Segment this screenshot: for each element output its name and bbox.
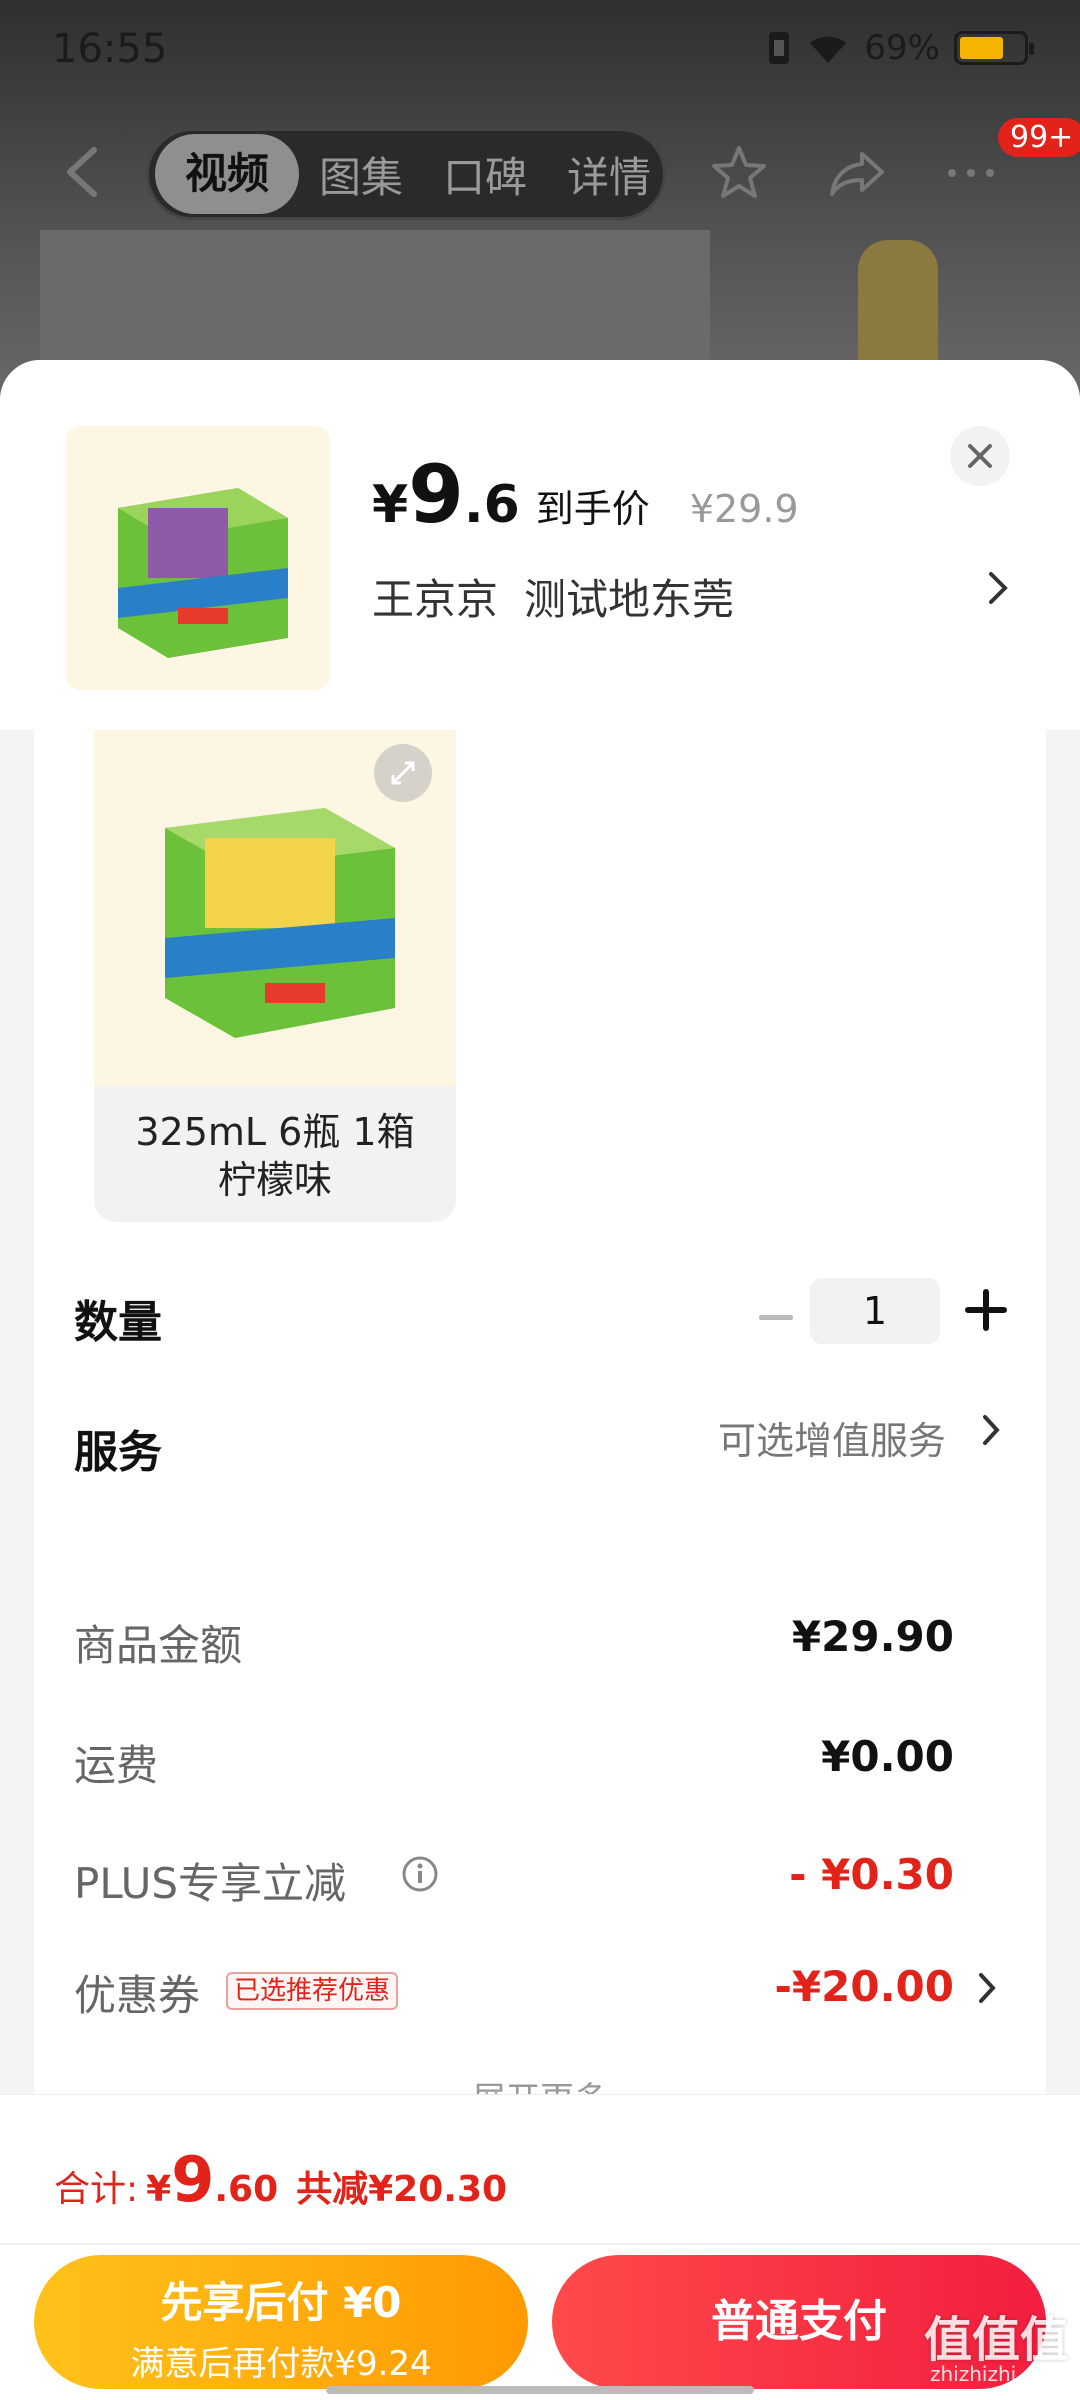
original-price: ¥29.9 [689, 487, 799, 531]
battery-percent: 69% [864, 28, 940, 68]
vibrate-icon [769, 32, 790, 64]
fee-row: 运费 ¥0.00 [34, 1732, 1046, 1790]
chevron-right-icon[interactable] [985, 566, 1011, 610]
plus-icon[interactable] [962, 1286, 1010, 1334]
status-time: 16:55 [52, 26, 168, 72]
product-pack-image [118, 488, 288, 658]
service-label: 服务 [74, 1427, 162, 1478]
total-decimal: .60 [214, 2169, 279, 2210]
total-saved: 共减¥20.30 [296, 2169, 508, 2210]
total-integer: 9 [171, 2143, 215, 2216]
tab-details[interactable]: 详情 [547, 144, 663, 205]
pay-later-subtitle: 满意后再付款¥9.24 [130, 2344, 432, 2384]
fee-row: PLUS专享立减 - ¥0.30 [34, 1850, 1046, 1908]
close-button[interactable] [950, 426, 1010, 486]
chevron-right-icon[interactable] [980, 1410, 1002, 1450]
checkout-bar: 合计: ¥ 9 .60 共减¥20.30 先享后付 ¥0 满意后再付款¥9.24… [0, 2094, 1080, 2400]
price-currency: ¥ [372, 475, 409, 535]
delivery-address[interactable]: 王京京 测试地东莞 [372, 566, 760, 627]
battery-icon [954, 31, 1034, 65]
price-decimal: .6 [463, 475, 520, 535]
address-location: 测试地东莞 [524, 575, 735, 624]
media-tabs: 视频 图集 口碑 详情 [146, 128, 666, 220]
variant-image [94, 730, 456, 1086]
more-icon[interactable] [940, 142, 1002, 204]
divider [0, 2243, 1080, 2245]
status-bar: 16:55 69% [0, 0, 1080, 100]
price-integer: 9 [408, 448, 464, 541]
fee-value: - ¥0.30 [789, 1850, 954, 1899]
expand-arrows-icon [391, 761, 415, 785]
chevron-right-icon[interactable] [976, 1968, 998, 2008]
total-currency: ¥ [146, 2169, 172, 2210]
top-nav: 视频 图集 口碑 详情 99+ [0, 118, 1080, 222]
fee-row: 商品金额 ¥29.90 [34, 1612, 1046, 1670]
wifi-icon [810, 36, 847, 63]
info-icon[interactable] [400, 1854, 440, 1894]
tab-gallery[interactable]: 图集 [299, 144, 423, 205]
home-indicator[interactable] [326, 2386, 754, 2394]
background-page: 16:55 69% 视频 图集 口碑 详情 99+ [0, 0, 1080, 420]
sheet-header: ¥ 9 .6 到手价 ¥29.9 王京京 测试地东莞 [0, 360, 1080, 730]
pay-later-button[interactable]: 先享后付 ¥0 满意后再付款¥9.24 [34, 2255, 528, 2389]
fee-label: 商品金额 [74, 1621, 243, 1670]
fee-value: -¥20.00 [774, 1962, 954, 2011]
tab-reviews[interactable]: 口碑 [423, 144, 547, 205]
final-price-label: 到手价 [535, 487, 650, 531]
coupon-tag: 已选推荐优惠 [226, 1972, 399, 2010]
watermark-url: zhizhizhi.com [930, 2362, 1066, 2386]
coupon-row[interactable]: 优惠券 已选推荐优惠 -¥20.00 [34, 1962, 1046, 2020]
close-icon [968, 444, 992, 468]
fee-label: 运费 [74, 1741, 159, 1790]
star-icon[interactable] [708, 142, 770, 204]
notification-badge: 99+ [998, 118, 1080, 157]
fee-value: ¥0.00 [821, 1732, 954, 1781]
watermark-logo: 值值值 [924, 2312, 1069, 2368]
product-pack-image [165, 808, 395, 1038]
variant-option[interactable]: 325mL 6瓶 1箱 柠檬味 [94, 730, 456, 1222]
fee-label: 优惠券 [74, 1971, 201, 2020]
minus-icon [759, 1315, 793, 1320]
variant-spec: 325mL 6瓶 1箱 [135, 1110, 415, 1154]
service-option[interactable]: 可选增值服务 [718, 1410, 946, 1465]
quantity-label: 数量 [74, 1297, 162, 1348]
total-label: 合计: [54, 2169, 139, 2210]
price-breakdown-card: 商品金额 ¥29.90 运费 ¥0.00 PLUS专享立减 - ¥0.30 优惠… [34, 1552, 1046, 2152]
total-price: 合计: ¥ 9 .60 共减¥20.30 [54, 2143, 507, 2216]
product-thumbnail [66, 426, 330, 690]
expand-icon[interactable] [374, 744, 432, 802]
pay-later-title: 先享后付 ¥0 [160, 2278, 402, 2327]
fee-value: ¥29.90 [791, 1612, 954, 1661]
status-icons: 69% [766, 28, 1034, 68]
share-icon[interactable] [826, 142, 888, 204]
variant-label: 325mL 6瓶 1箱 柠檬味 [94, 1108, 456, 1204]
fee-label: PLUS专享立减 [74, 1859, 347, 1908]
back-icon[interactable] [58, 144, 108, 200]
quantity-input[interactable]: 1 [810, 1278, 940, 1344]
price-row: ¥ 9 .6 到手价 ¥29.9 [372, 448, 799, 541]
quantity-decrease-button[interactable] [746, 1298, 806, 1338]
recipient-name: 王京京 [372, 575, 499, 624]
variant-flavor: 柠檬味 [217, 1158, 332, 1202]
tab-video[interactable]: 视频 [155, 134, 300, 214]
